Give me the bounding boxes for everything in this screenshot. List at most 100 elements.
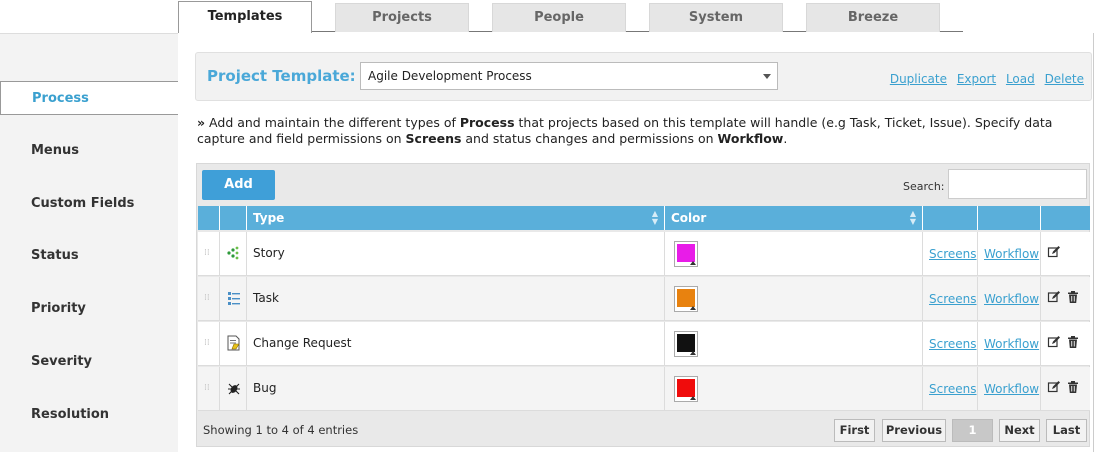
project-template-label: Project Template: xyxy=(207,67,356,85)
search-input[interactable] xyxy=(948,169,1087,199)
description-bold: Process xyxy=(459,115,515,130)
color-dropdown-icon xyxy=(690,396,696,400)
sort-icon: ▲ ▼ xyxy=(651,209,658,226)
description-bold: Screens xyxy=(405,131,462,146)
tab-breeze[interactable]: Breeze xyxy=(806,3,940,32)
sidebar: Process Menus Custom Fields Status Prior… xyxy=(0,33,178,452)
screens-link[interactable]: Screens xyxy=(929,247,977,261)
search-label: Search: xyxy=(903,180,945,193)
color-picker[interactable] xyxy=(674,376,698,402)
header-type[interactable]: Type ▲ ▼ xyxy=(247,206,665,230)
type-name: Task xyxy=(253,291,279,305)
description-bold: Workflow xyxy=(717,131,784,146)
sidebar-item-resolution[interactable]: Resolution xyxy=(0,398,178,432)
sidebar-item-severity[interactable]: Severity xyxy=(0,345,178,379)
color-cell xyxy=(665,322,923,366)
type-name: Story xyxy=(253,246,285,260)
header-icon xyxy=(220,206,247,230)
bug-icon xyxy=(228,383,240,395)
workflow-cell: Workflow xyxy=(978,322,1041,366)
color-dropdown-icon xyxy=(690,351,696,355)
sidebar-item-status[interactable]: Status xyxy=(0,239,178,273)
edit-icon[interactable] xyxy=(1047,245,1061,259)
color-swatch xyxy=(677,244,695,262)
edit-icon[interactable] xyxy=(1047,290,1061,304)
change-request-icon xyxy=(227,335,240,351)
template-actions: Duplicate Export Load Delete xyxy=(884,72,1084,86)
screens-link[interactable]: Screens xyxy=(929,292,977,306)
trash-icon[interactable] xyxy=(1066,335,1080,349)
color-picker[interactable] xyxy=(674,331,698,357)
edit-icon[interactable] xyxy=(1047,335,1061,349)
pager-previous-button[interactable]: Previous xyxy=(882,419,946,442)
trash-icon[interactable] xyxy=(1066,290,1080,304)
project-template-select[interactable]: Agile Development Process xyxy=(360,62,778,90)
pager-first-button[interactable]: First xyxy=(834,419,875,442)
screens-cell: Screens xyxy=(923,232,978,276)
actions-cell xyxy=(1041,277,1090,321)
color-dropdown-icon xyxy=(690,306,696,310)
process-table: Add Search: Type ▲ ▼ Color ▲ ▼ ⁞⁞ Story … xyxy=(196,163,1090,447)
add-button[interactable]: Add xyxy=(202,170,275,200)
workflow-cell: Workflow xyxy=(978,232,1041,276)
load-link[interactable]: Load xyxy=(1006,72,1035,86)
delete-link[interactable]: Delete xyxy=(1045,72,1084,86)
drag-handle[interactable]: ⁞⁞ xyxy=(198,367,220,411)
pager-last-button[interactable]: Last xyxy=(1046,419,1087,442)
main-panel: Project Template: Agile Development Proc… xyxy=(178,33,1100,452)
header-actions xyxy=(1041,206,1090,230)
drag-handle[interactable]: ⁞⁞ xyxy=(198,322,220,366)
drag-handle-icon: ⁞⁞ xyxy=(204,293,210,303)
description-text: and status changes and permissions on xyxy=(461,131,718,146)
type-name: Bug xyxy=(253,381,277,395)
screens-cell: Screens xyxy=(923,322,978,366)
screens-link[interactable]: Screens xyxy=(929,382,977,396)
header-screens xyxy=(923,206,978,230)
drag-handle[interactable]: ⁞⁞ xyxy=(198,232,220,276)
trash-icon[interactable] xyxy=(1066,380,1080,394)
header-color-label: Color xyxy=(671,211,707,225)
sidebar-item-custom-fields[interactable]: Custom Fields xyxy=(0,187,178,221)
drag-handle-icon: ⁞⁞ xyxy=(204,338,210,348)
table-row: ⁞⁞ Change Request Screens Workflow xyxy=(198,322,1090,366)
color-picker[interactable] xyxy=(674,286,698,312)
workflow-link[interactable]: Workflow xyxy=(984,292,1039,306)
actions-cell xyxy=(1041,232,1090,276)
table-row: ⁞⁞ Task Screens Workflow xyxy=(198,277,1090,321)
duplicate-link[interactable]: Duplicate xyxy=(890,72,947,86)
sidebar-item-priority[interactable]: Priority xyxy=(0,292,178,326)
table-info: Showing 1 to 4 of 4 entries xyxy=(203,423,359,437)
sidebar-item-menus[interactable]: Menus xyxy=(0,134,178,168)
actions-cell xyxy=(1041,367,1090,411)
description-bullet: » xyxy=(197,115,206,130)
workflow-link[interactable]: Workflow xyxy=(984,382,1039,396)
workflow-link[interactable]: Workflow xyxy=(984,247,1039,261)
screens-link[interactable]: Screens xyxy=(929,337,977,351)
pager-next-button[interactable]: Next xyxy=(999,419,1040,442)
tab-templates[interactable]: Templates xyxy=(178,1,312,33)
color-cell xyxy=(665,277,923,321)
tab-projects[interactable]: Projects xyxy=(335,3,469,32)
color-picker[interactable] xyxy=(674,241,698,267)
edit-icon[interactable] xyxy=(1047,380,1061,394)
tab-system[interactable]: System xyxy=(649,3,783,32)
pager-page-1[interactable]: 1 xyxy=(952,419,993,442)
type-icon-cell xyxy=(220,322,247,366)
color-cell xyxy=(665,367,923,411)
type-icon-cell xyxy=(220,232,247,276)
header-color[interactable]: Color ▲ ▼ xyxy=(665,206,923,230)
screens-cell: Screens xyxy=(923,277,978,321)
story-icon xyxy=(227,246,239,260)
actions-cell xyxy=(1041,322,1090,366)
tab-people[interactable]: People xyxy=(492,3,626,32)
color-cell xyxy=(665,232,923,276)
type-icon-cell xyxy=(220,277,247,321)
type-name: Change Request xyxy=(253,336,352,350)
sidebar-item-process[interactable]: Process xyxy=(0,81,178,115)
drag-handle[interactable]: ⁞⁞ xyxy=(198,277,220,321)
export-link[interactable]: Export xyxy=(957,72,996,86)
drag-handle-icon: ⁞⁞ xyxy=(204,383,210,393)
workflow-link[interactable]: Workflow xyxy=(984,337,1039,351)
type-cell: Change Request xyxy=(247,322,665,366)
table-row: ⁞⁞ Bug Screens Workflow xyxy=(198,367,1090,411)
